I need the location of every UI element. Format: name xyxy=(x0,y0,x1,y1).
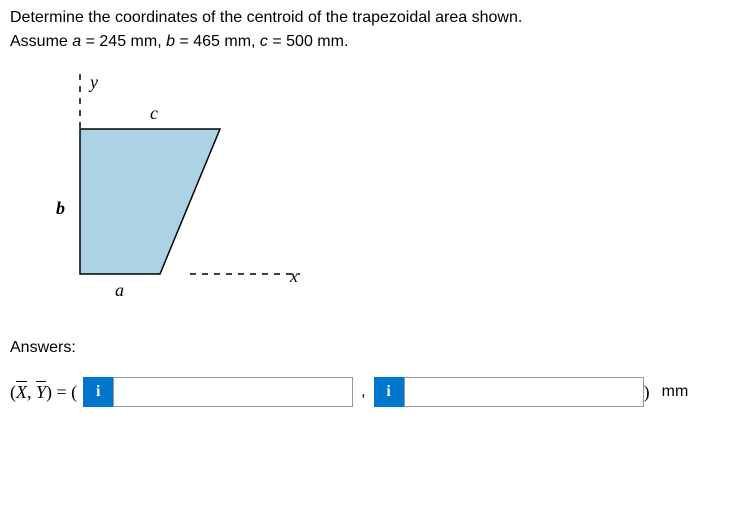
a-value: = 245 mm, xyxy=(81,33,166,50)
input-group-2: i xyxy=(374,377,644,407)
var-c: c xyxy=(260,33,268,50)
y-axis-label: y xyxy=(88,74,98,92)
close-paren: ) xyxy=(644,382,650,403)
info-icon: i xyxy=(83,377,113,407)
trapezoid-figure: y x c b a xyxy=(40,74,738,309)
a-label: a xyxy=(115,280,124,300)
x-coordinate-input[interactable] xyxy=(113,377,353,407)
b-value: = 465 mm, xyxy=(175,33,260,50)
b-label: b xyxy=(56,198,65,218)
x-bar: X xyxy=(16,382,27,402)
c-value: = 500 mm. xyxy=(268,33,348,50)
centroid-formula: (X, Y) = ( xyxy=(10,382,77,403)
x-axis-label: x xyxy=(289,266,298,286)
y-bar: Y xyxy=(36,382,46,402)
question-line1: Determine the coordinates of the centroi… xyxy=(10,9,522,26)
var-a: a xyxy=(72,33,81,50)
assume-prefix: Assume xyxy=(10,33,72,50)
answers-label: Answers: xyxy=(10,339,738,357)
separator-comma: , xyxy=(361,383,365,401)
figure-svg: y x c b a xyxy=(40,74,320,304)
input-group-1: i xyxy=(83,377,353,407)
unit-label: mm xyxy=(662,383,689,401)
question-text: Determine the coordinates of the centroi… xyxy=(10,6,738,54)
var-b: b xyxy=(166,33,175,50)
answer-row: (X, Y) = ( i , i ) mm xyxy=(10,377,738,407)
y-coordinate-input[interactable] xyxy=(404,377,644,407)
equals-open: = ( xyxy=(52,382,77,402)
info-icon: i xyxy=(374,377,404,407)
c-label: c xyxy=(150,103,158,123)
